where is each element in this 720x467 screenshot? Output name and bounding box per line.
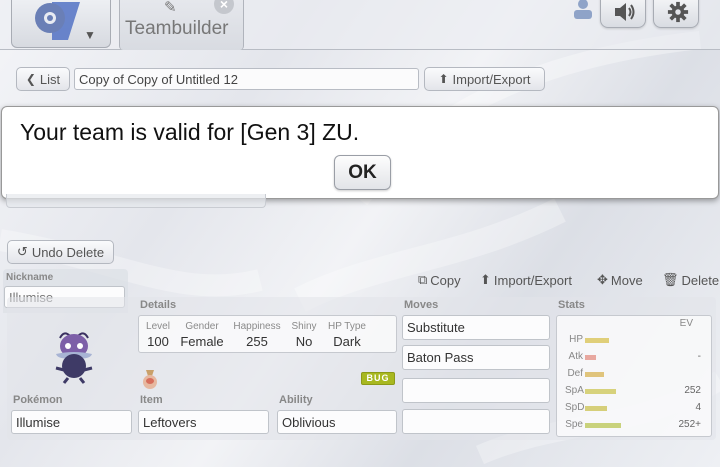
details-box[interactable]: Level 100 Gender Female Happiness 255 Sh… xyxy=(138,315,397,353)
item-value: Leftovers xyxy=(143,414,197,430)
hp-type-label: HP Type xyxy=(328,321,366,332)
nickname-label: Nickname xyxy=(6,272,54,283)
happiness-value: 255 xyxy=(246,334,268,349)
level-value: 100 xyxy=(147,334,169,349)
chevron-left-icon: ❮ xyxy=(25,72,36,86)
stat-row-spe: Spe 252+ xyxy=(557,418,713,435)
team-name-input[interactable]: Copy of Copy of Untitled 12 xyxy=(74,68,419,90)
ok-button[interactable]: OK xyxy=(334,155,391,190)
move-set-button[interactable]: ✥ Move xyxy=(597,272,643,288)
stat-bar xyxy=(585,389,616,394)
shiny-value: No xyxy=(295,334,313,349)
stat-row-hp: HP xyxy=(557,333,713,350)
list-label: List xyxy=(39,71,61,87)
stat-row-atk: Atk - xyxy=(557,350,713,367)
move-label: Move xyxy=(610,272,643,288)
settings-button[interactable] xyxy=(653,0,699,28)
copy-label: Copy xyxy=(430,272,461,288)
set-import-export-label: Import/Export xyxy=(493,272,572,288)
ability-label: Ability xyxy=(279,394,313,406)
upload-icon: ⬆ xyxy=(438,72,449,86)
team-name-value: Copy of Copy of Untitled 12 xyxy=(79,71,238,87)
upload-icon: ⬆ xyxy=(480,272,491,287)
top-header: ▼ ✎ × Teambuilder xyxy=(0,0,720,50)
copy-icon: ⧉ xyxy=(418,272,428,287)
move-1-input[interactable]: Substitute xyxy=(402,315,550,340)
stat-ev-value: 252 xyxy=(684,385,701,396)
stats-box[interactable]: EV HP Atk - Def SpA 252 SpD 4 Spe 252+ xyxy=(556,315,712,437)
collapsed-team-row xyxy=(6,194,266,208)
item-label: Item xyxy=(140,394,163,406)
stat-ev-value: 252+ xyxy=(678,419,701,430)
tab-teambuilder[interactable]: ✎ × Teambuilder xyxy=(119,0,244,50)
moves-label: Moves xyxy=(404,299,439,311)
tab-title: Teambuilder xyxy=(125,18,229,39)
set-import-export-button[interactable]: ⬆ Import/Export xyxy=(480,272,572,288)
delete-set-button[interactable]: 🗑 Delete xyxy=(662,272,719,288)
hp-type-value: Dark xyxy=(333,334,361,349)
shiny-label: Shiny xyxy=(291,321,317,332)
species-value: Illumise xyxy=(16,414,61,430)
stat-ev-value: - xyxy=(697,351,701,362)
move-1-value: Substitute xyxy=(407,320,465,335)
stat-bar xyxy=(585,355,596,360)
stat-bar xyxy=(585,338,609,343)
stat-ev-value: 4 xyxy=(695,402,701,413)
stat-row-spd: SpD 4 xyxy=(557,401,713,418)
type-badge-label: BUG xyxy=(366,373,390,383)
user-icon[interactable] xyxy=(572,0,594,20)
import-export-label: Import/Export xyxy=(452,71,531,87)
home-tab[interactable]: ▼ xyxy=(11,0,111,48)
stat-row-def: Def xyxy=(557,367,713,384)
trash-icon: 🗑 xyxy=(662,272,679,287)
list-button[interactable]: ❮ List xyxy=(16,67,70,91)
stat-bar xyxy=(585,423,621,428)
stat-name: Atk xyxy=(568,351,583,362)
close-icon[interactable]: × xyxy=(214,0,234,14)
undo-delete-button[interactable]: ↺ Undo Delete xyxy=(7,240,114,264)
pokeball-logo-icon xyxy=(35,2,80,40)
speaker-icon xyxy=(615,3,635,21)
stat-bar xyxy=(585,372,604,377)
stat-name: Def xyxy=(567,368,583,379)
item-input[interactable]: Leftovers xyxy=(138,410,269,434)
sound-button[interactable] xyxy=(600,0,646,28)
details-label: Details xyxy=(140,299,177,311)
species-input[interactable]: Illumise xyxy=(11,410,132,434)
move-3-input[interactable] xyxy=(402,378,550,403)
stat-row-spa: SpA 252 xyxy=(557,384,713,401)
import-export-button[interactable]: ⬆ Import/Export xyxy=(424,67,545,91)
stat-name: SpA xyxy=(565,385,584,396)
gender-label: Gender xyxy=(185,321,219,332)
move-2-input[interactable]: Baton Pass xyxy=(402,345,550,370)
ability-input[interactable]: Oblivious xyxy=(277,410,397,434)
validation-popup: Your team is valid for [Gen 3] ZU. OK xyxy=(1,106,719,199)
undo-delete-label: Undo Delete xyxy=(31,244,105,260)
level-label: Level xyxy=(146,321,170,332)
leftovers-item-icon xyxy=(143,370,157,389)
stat-name: HP xyxy=(569,334,583,345)
type-badge: BUG xyxy=(361,372,395,385)
stat-name: Spe xyxy=(565,419,583,430)
ev-header: EV xyxy=(679,318,693,329)
move-2-value: Baton Pass xyxy=(407,350,474,365)
copy-set-button[interactable]: ⧉ Copy xyxy=(418,272,461,288)
delete-label: Delete xyxy=(681,272,720,288)
stat-bar xyxy=(585,406,607,411)
popup-message: Your team is valid for [Gen 3] ZU. xyxy=(20,119,360,145)
stat-name: SpD xyxy=(565,402,585,413)
gender-value: Female xyxy=(180,334,224,349)
move-4-input[interactable] xyxy=(402,409,550,434)
stats-label: Stats xyxy=(558,299,585,311)
ability-value: Oblivious xyxy=(282,414,336,430)
illumise-sprite[interactable] xyxy=(50,328,98,384)
move-arrows-icon: ✥ xyxy=(597,272,608,287)
undo-icon: ↺ xyxy=(16,244,28,259)
chevron-down-icon[interactable]: ▼ xyxy=(84,28,96,42)
edit-icon: ✎ xyxy=(164,0,177,16)
happiness-label: Happiness xyxy=(233,321,281,332)
gear-icon xyxy=(667,1,689,23)
pokemon-label: Pokémon xyxy=(13,394,63,406)
